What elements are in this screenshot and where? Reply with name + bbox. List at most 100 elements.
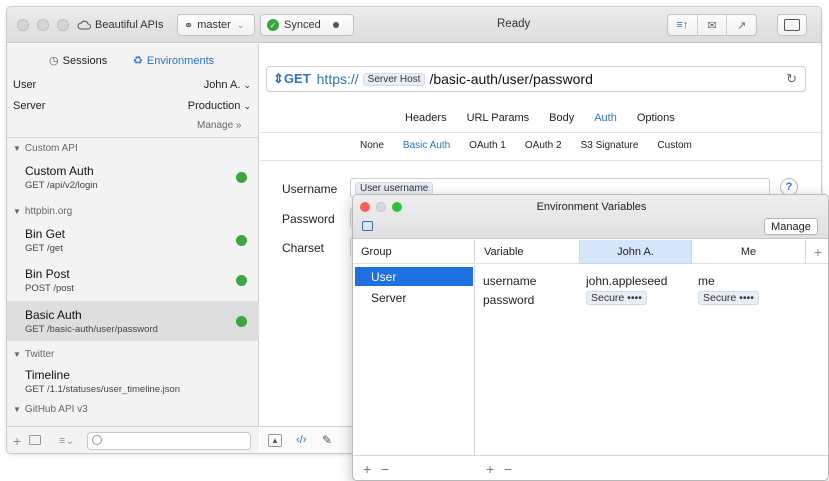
filter-icon[interactable]: ≡⌄ [59, 434, 75, 447]
column-header-variable: Variable [476, 240, 580, 264]
url-path: /basic-auth/user/password [429, 71, 593, 87]
variable-value-me[interactable]: Secure •••• [698, 291, 759, 305]
variable-value-john[interactable]: john.appleseed [586, 272, 667, 290]
env-user-selector[interactable]: John A. ⌄ [204, 79, 251, 91]
env-window-footer: + − + − [353, 455, 828, 480]
toolbar: Beautiful APIs ⚭ master ⌄ ✓ Synced Ready… [7, 7, 821, 43]
tab-url-params[interactable]: URL Params [467, 112, 530, 124]
request-tabs: Headers URL Params Body Auth Options [405, 112, 675, 124]
divider [7, 137, 259, 138]
sidebar-toggle-button[interactable] [777, 14, 807, 36]
panel-icon [784, 19, 800, 31]
tab-headers[interactable]: Headers [405, 112, 447, 124]
url-bar[interactable]: ⇕GET https:// Server Host /basic-auth/us… [266, 66, 806, 92]
pencil-icon[interactable]: ✎ [322, 433, 332, 447]
tab-environments[interactable]: ♻ Environments [133, 54, 214, 68]
column-header-john[interactable]: John A. [580, 240, 692, 264]
add-environment-button[interactable]: + [806, 240, 828, 264]
env-row-server: Server Production ⌄ [13, 97, 251, 115]
list-item[interactable]: Bin Post POST /post [7, 261, 259, 299]
secure-token: Secure •••• [698, 291, 759, 305]
env-server-value: Production [187, 100, 241, 112]
sync-button[interactable]: ✓ Synced [260, 14, 354, 36]
manage-environments-link[interactable]: Manage » [197, 120, 241, 131]
request-subtitle: GET /1.1/statuses/user_timeline.json [25, 384, 181, 395]
toolbar-view-group: ≡↑ ✉ ↗ [667, 14, 757, 36]
group-name: Twitter [24, 349, 55, 360]
group-custom-api[interactable]: ▼ Custom API [13, 143, 78, 154]
tab-auth[interactable]: Auth [594, 112, 617, 124]
tab-sessions[interactable]: ◷ Sessions [49, 54, 107, 68]
minimize-window-button[interactable] [37, 19, 49, 31]
env-user-value: John A. [203, 79, 241, 91]
list-item-selected[interactable]: Basic Auth GET /basic-auth/user/password [7, 301, 259, 341]
auth-s3[interactable]: S3 Signature [581, 140, 639, 151]
list-item[interactable]: Bin Get GET /get [7, 221, 259, 259]
group-github[interactable]: ▼ GitHub API v3 [13, 404, 88, 415]
status-dot [236, 172, 247, 183]
host-token[interactable]: Server Host [362, 72, 426, 86]
auth-basic[interactable]: Basic Auth [403, 140, 450, 151]
collapse-icon[interactable]: ▲ [268, 434, 282, 447]
branch-name: master [197, 19, 231, 31]
chevron-down-icon: ⌄ [243, 101, 251, 111]
group-twitter[interactable]: ▼ Twitter [13, 349, 54, 360]
sync-status: Synced [284, 19, 321, 31]
group-list: User Server [353, 265, 475, 455]
check-circle-icon: ✓ [267, 19, 279, 31]
list-item[interactable]: Timeline GET /1.1/statuses/user_timeline… [7, 363, 259, 401]
new-group-icon[interactable] [29, 435, 41, 445]
env-row-label: Server [13, 100, 46, 112]
variable-value-john[interactable]: Secure •••• [586, 291, 647, 305]
close-window-button[interactable] [17, 19, 29, 31]
group-item-server[interactable]: Server [355, 288, 473, 307]
request-subtitle: GET /api/v2/login [25, 180, 98, 191]
project-selector[interactable]: Beautiful APIs [77, 17, 173, 33]
divider [260, 160, 821, 161]
list-item[interactable]: Custom Auth GET /api/v2/login [7, 158, 259, 196]
status-text: Ready [497, 18, 531, 30]
variable-name[interactable]: username [483, 272, 536, 290]
add-group-button[interactable]: + [363, 461, 371, 477]
clock-icon: ◷ [49, 55, 59, 67]
export-toggle-button[interactable]: ↗ [727, 15, 756, 35]
env-server-selector[interactable]: Production ⌄ [188, 100, 251, 112]
filter-input[interactable] [87, 432, 251, 450]
request-subtitle: POST /post [25, 283, 74, 294]
group-name: GitHub API v3 [24, 404, 88, 415]
remove-group-button[interactable]: − [381, 461, 389, 477]
sidebar-panel-icon[interactable] [362, 221, 373, 231]
username-label: Username [282, 182, 338, 196]
project-name: Beautiful APIs [95, 19, 164, 31]
tab-options[interactable]: Options [637, 112, 675, 124]
auth-oauth2[interactable]: OAuth 2 [525, 140, 562, 151]
zoom-window-button[interactable] [57, 19, 69, 31]
sort-icon: ≡↑ [676, 19, 689, 31]
method-selector[interactable]: ⇕GET [273, 71, 311, 87]
tab-body[interactable]: Body [549, 112, 574, 124]
sort-toggle-button[interactable]: ≡↑ [668, 15, 698, 35]
variable-name[interactable]: password [483, 291, 534, 309]
variable-value-me[interactable]: me [698, 272, 715, 290]
environments-icon: ♻ [133, 55, 143, 67]
manage-button[interactable]: Manage [764, 218, 818, 235]
code-icon[interactable]: ‹/› [296, 434, 306, 446]
group-httpbin[interactable]: ▼ httpbin.org [13, 206, 72, 217]
auth-custom[interactable]: Custom [657, 140, 691, 151]
charset-label: Charset [282, 241, 325, 255]
chevron-down-icon: ⌄ [243, 80, 251, 90]
username-token[interactable]: User username [355, 181, 434, 195]
column-header-me[interactable]: Me [692, 240, 806, 264]
group-item-user[interactable]: User [355, 267, 473, 286]
comment-toggle-button[interactable]: ✉ [698, 15, 728, 35]
request-subtitle: GET /basic-auth/user/password [25, 324, 158, 335]
branch-selector[interactable]: ⚭ master ⌄ [177, 14, 255, 36]
branch-icon: ⚭ [184, 19, 194, 32]
remove-variable-button[interactable]: − [504, 461, 512, 477]
sidebar-footer: + ≡⌄ [7, 426, 259, 453]
refresh-icon[interactable]: ↻ [786, 71, 797, 87]
add-variable-button[interactable]: + [486, 461, 494, 477]
auth-none[interactable]: None [360, 140, 384, 151]
add-icon[interactable]: + [13, 433, 21, 449]
auth-oauth1[interactable]: OAuth 1 [469, 140, 506, 151]
